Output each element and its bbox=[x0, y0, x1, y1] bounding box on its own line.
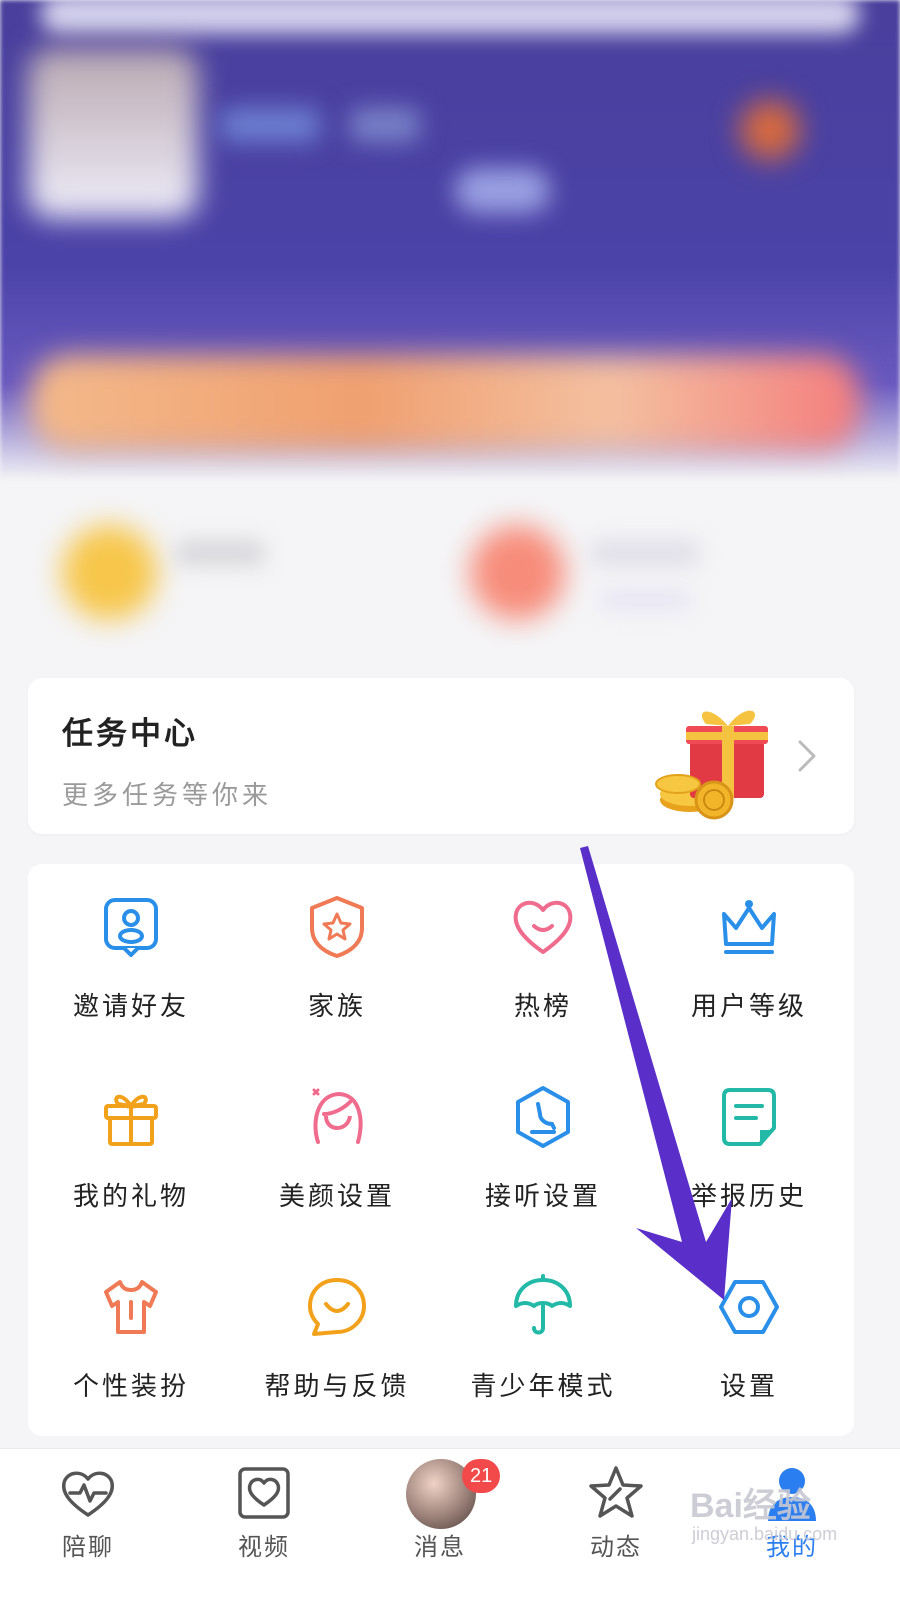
grid-item-beauty-settings[interactable]: 美颜设置 bbox=[234, 1054, 440, 1244]
blurred-user-avatar bbox=[28, 48, 198, 218]
grid-item-label: 邀请好友 bbox=[72, 992, 189, 1022]
family-shield-icon bbox=[310, 896, 364, 958]
unread-count-badge: 21 bbox=[462, 1459, 501, 1493]
video-heart-icon bbox=[238, 1467, 290, 1519]
phone-hexagon-icon bbox=[516, 1086, 570, 1148]
blurred-coin-icon bbox=[62, 525, 157, 620]
blurred-edit-pill bbox=[455, 168, 550, 213]
task-center-title: 任务中心 bbox=[62, 716, 198, 752]
grid-item-personal-dressup[interactable]: 个性装扮 bbox=[28, 1244, 234, 1434]
grid-item-label: 帮助与反馈 bbox=[264, 1372, 410, 1402]
nav-tab-label: 陪聊 bbox=[62, 1533, 114, 1561]
grid-item-label: 接听设置 bbox=[484, 1182, 601, 1212]
blurred-balance-text bbox=[175, 540, 265, 566]
nav-tab-label: 消息 bbox=[414, 1533, 466, 1561]
grid-item-label: 热榜 bbox=[513, 992, 572, 1022]
task-center-subtitle: 更多任务等你来 bbox=[62, 781, 273, 811]
report-note-icon bbox=[722, 1088, 776, 1146]
chat-smile-icon bbox=[308, 1278, 366, 1336]
nav-tab-video[interactable]: 视频 bbox=[204, 1457, 324, 1561]
star-icon bbox=[589, 1466, 643, 1518]
tshirt-icon bbox=[104, 1280, 158, 1334]
grid-item-label: 设置 bbox=[719, 1372, 778, 1402]
grid-item-label: 青少年模式 bbox=[470, 1372, 616, 1402]
grid-item-hot-list[interactable]: 热榜 bbox=[440, 864, 646, 1054]
settings-hexagon-icon bbox=[719, 1280, 779, 1334]
grid-item-invite-friends[interactable]: 邀请好友 bbox=[28, 864, 234, 1054]
feature-grid-card: 邀请好友 家族 热榜 用户等级 我的礼物 美颜设置 接听设置 举报历史 个性装扮… bbox=[28, 864, 854, 1436]
grid-item-family[interactable]: 家族 bbox=[234, 864, 440, 1054]
chevron-right-icon bbox=[798, 740, 816, 772]
grid-item-help-feedback[interactable]: 帮助与反馈 bbox=[234, 1244, 440, 1434]
grid-item-teen-mode[interactable]: 青少年模式 bbox=[440, 1244, 646, 1434]
invite-friend-icon bbox=[104, 898, 158, 957]
beauty-girl-icon bbox=[312, 1088, 363, 1144]
grid-item-my-gifts[interactable]: 我的礼物 bbox=[28, 1054, 234, 1244]
watermark-url: jingyan.baidu.com bbox=[692, 1524, 838, 1544]
watermark-brand: Bai经验 bbox=[690, 1487, 811, 1525]
blurred-username-suffix bbox=[350, 108, 420, 142]
nav-tab-label: 动态 bbox=[590, 1533, 642, 1561]
gift-coins-icon bbox=[655, 710, 768, 820]
nav-tab-chat[interactable]: 陪聊 bbox=[28, 1457, 148, 1561]
task-center-card[interactable]: 任务中心 更多任务等你来 bbox=[28, 678, 854, 834]
gift-box-icon bbox=[104, 1094, 158, 1146]
nav-tab-label: 视频 bbox=[238, 1533, 290, 1561]
grid-item-label: 家族 bbox=[307, 992, 366, 1022]
grid-item-label: 个性装扮 bbox=[72, 1372, 189, 1402]
nav-tab-moments[interactable]: 动态 bbox=[556, 1457, 676, 1561]
heartbeat-icon bbox=[61, 1471, 115, 1517]
grid-item-label: 我的礼物 bbox=[72, 1182, 189, 1212]
blurred-username bbox=[220, 108, 320, 142]
grid-item-label: 美颜设置 bbox=[278, 1182, 395, 1212]
grid-item-answer-settings[interactable]: 接听设置 bbox=[440, 1054, 646, 1244]
blurred-points-subtext bbox=[600, 590, 690, 610]
blurred-points-icon bbox=[470, 525, 565, 620]
crown-icon bbox=[722, 900, 776, 954]
umbrella-icon bbox=[514, 1274, 572, 1335]
grid-item-label: 举报历史 bbox=[690, 1182, 807, 1212]
nav-tab-messages[interactable]: 21 消息 bbox=[380, 1457, 501, 1561]
blurred-points-text bbox=[590, 540, 700, 566]
heart-icon bbox=[513, 900, 573, 954]
blurred-vip-banner bbox=[30, 355, 860, 450]
grid-item-user-level[interactable]: 用户等级 bbox=[646, 864, 852, 1054]
grid-item-report-history[interactable]: 举报历史 bbox=[646, 1054, 852, 1244]
blurred-badge bbox=[740, 100, 800, 160]
grid-item-settings[interactable]: 设置 bbox=[646, 1244, 852, 1434]
baidu-jingyan-watermark: Bai经验 jingyan.baidu.com bbox=[690, 1478, 880, 1558]
grid-item-label: 用户等级 bbox=[690, 992, 807, 1022]
blurred-top-bar bbox=[40, 0, 860, 34]
